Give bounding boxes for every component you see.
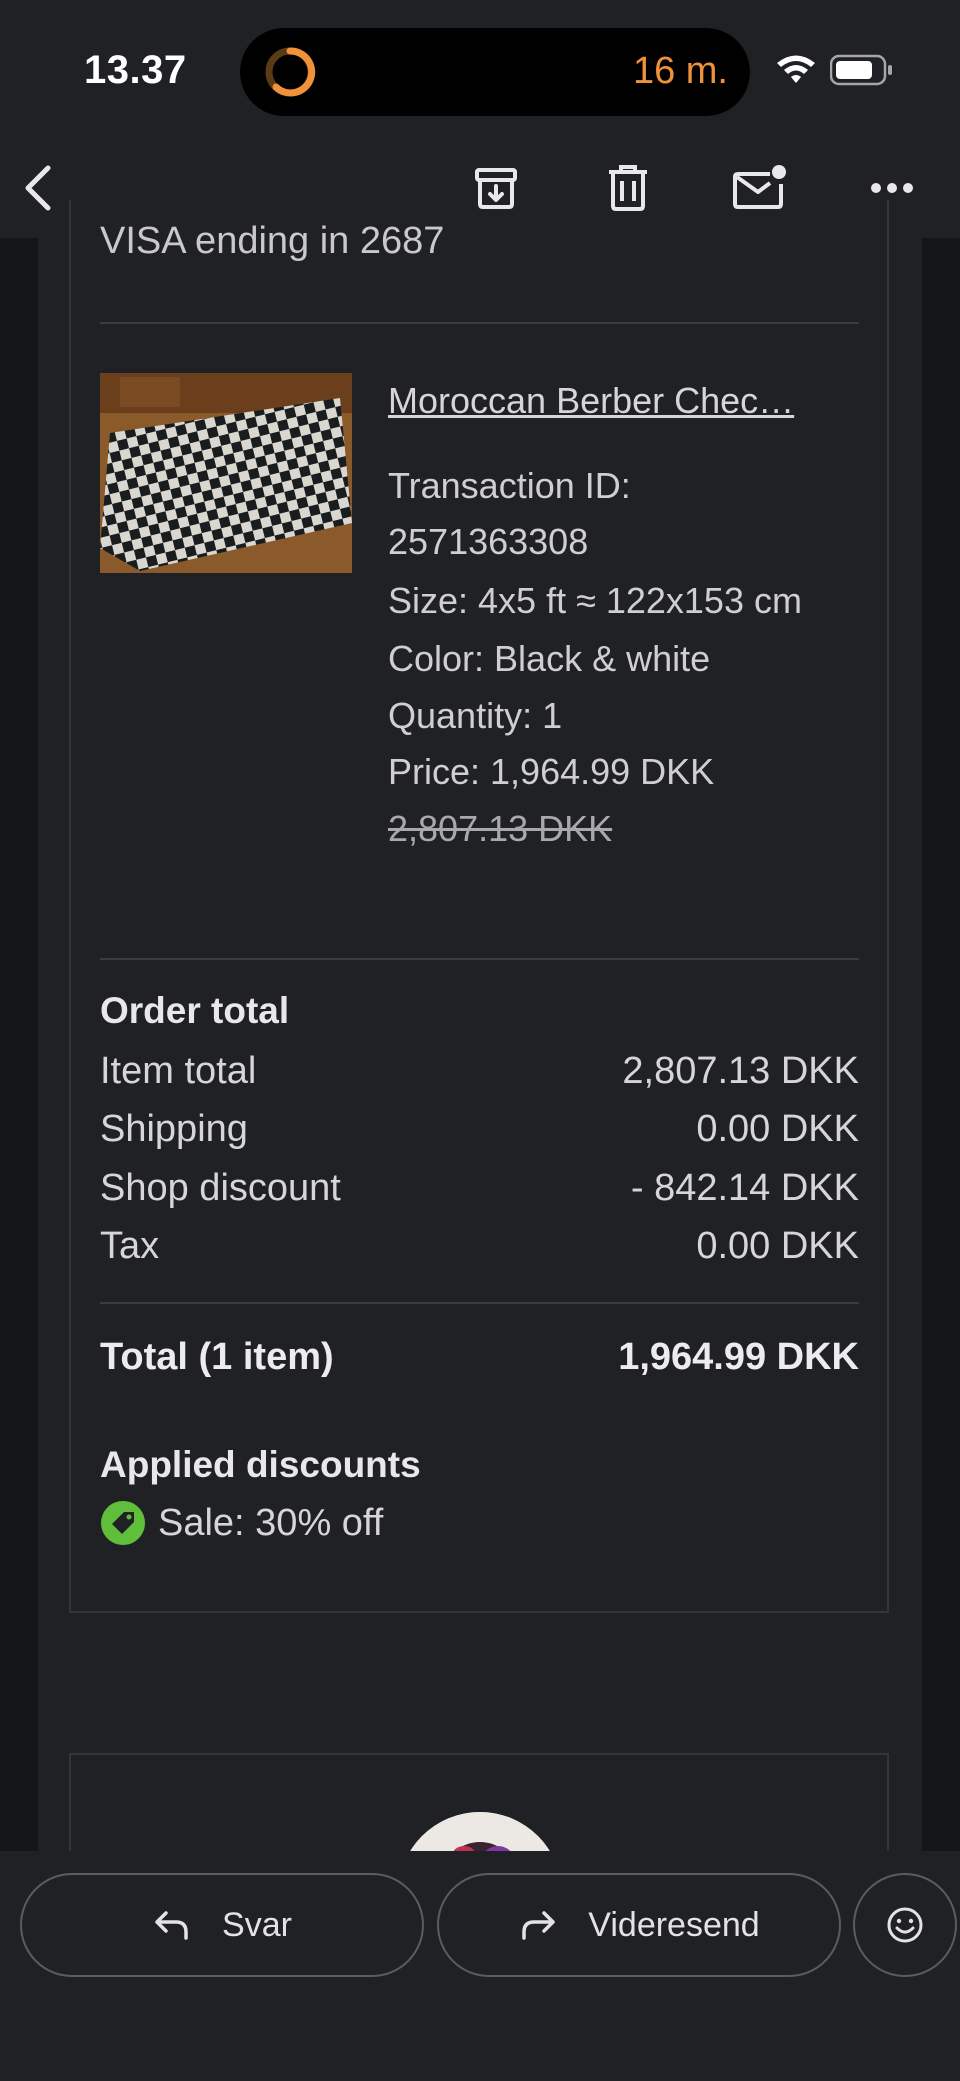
transaction-label: Transaction ID:: [388, 465, 631, 506]
more-horizontal-icon: [871, 183, 913, 193]
forward-arrow-icon: [522, 1911, 556, 1940]
checkered-rug-image: [100, 373, 352, 573]
dynamic-island[interactable]: 16 m.: [240, 28, 750, 116]
divider: [100, 322, 859, 324]
reply-label: Svar: [222, 1905, 292, 1944]
back-button[interactable]: [8, 158, 68, 218]
divider: [100, 1302, 859, 1304]
reply-arrow-icon: [155, 1911, 188, 1940]
applied-discounts-title: Applied discounts: [100, 1444, 421, 1485]
product-image[interactable]: [100, 373, 352, 573]
shop-discount-label: Shop discount: [100, 1167, 341, 1209]
status-bar: 13.37 16 m.: [0, 0, 960, 140]
product-color: Color: Black & white: [388, 638, 711, 679]
reply-button[interactable]: Svar: [20, 1873, 424, 1977]
item-total-label: Item total: [100, 1050, 257, 1092]
order-total-title: Order total: [100, 990, 290, 1031]
product-price: Price: 1,964.99 DKK: [388, 751, 715, 792]
battery-icon: [830, 54, 892, 86]
product-quantity: Quantity: 1: [388, 695, 563, 736]
status-time: 13.37: [84, 48, 187, 92]
forward-button[interactable]: Videresend: [437, 1873, 841, 1977]
tax-label: Tax: [100, 1225, 160, 1267]
emoji-reaction-button[interactable]: [853, 1873, 957, 1977]
item-total-value: 2,807.13 DKK: [622, 1050, 859, 1092]
timer-ring-icon: [265, 47, 316, 97]
forward-label: Videresend: [588, 1905, 760, 1944]
product-size: Size: 4x5 ft ≈ 122x153 cm: [388, 580, 802, 621]
total-label: Total (1 item): [100, 1336, 334, 1378]
smiley-icon: [887, 1907, 923, 1943]
shipping-value: 0.00 DKK: [696, 1108, 859, 1150]
reply-bar: Svar Videresend: [0, 1851, 960, 2081]
tax-value: 0.00 DKK: [696, 1225, 859, 1267]
total-value: 1,964.99 DKK: [618, 1336, 859, 1378]
shipping-label: Shipping: [100, 1108, 248, 1150]
wifi-icon: [777, 55, 815, 83]
payment-method: VISA ending in 2687: [100, 220, 445, 262]
chevron-left-icon: [25, 165, 51, 211]
discount-item: Sale: 30% off: [158, 1502, 384, 1544]
product-link[interactable]: Moroccan Berber Chec…: [388, 380, 794, 422]
transaction-id: 2571363308: [388, 521, 589, 562]
divider: [100, 958, 859, 960]
original-price: 2,807.13 DKK: [388, 808, 613, 849]
tag-icon: [101, 1501, 145, 1545]
island-timer-text: 16 m.: [632, 50, 728, 92]
shop-discount-value: - 842.14 DKK: [630, 1167, 859, 1209]
